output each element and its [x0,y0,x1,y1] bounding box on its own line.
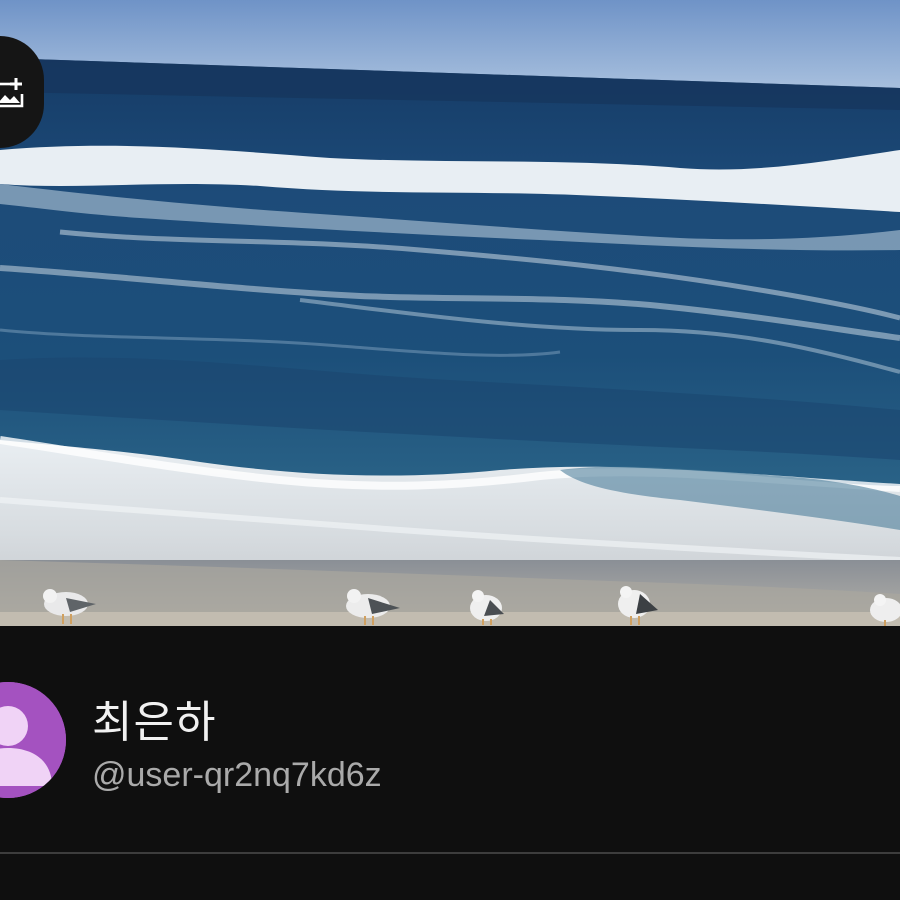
channel-header: 최은하 @user-qr2nq7kd6z [0,626,900,852]
channel-page: 최은하 @user-qr2nq7kd6z [0,0,900,900]
ocean-banner-image [0,0,900,626]
default-person-avatar-icon [0,682,66,798]
channel-avatar[interactable] [0,682,66,798]
bottom-strip [0,854,900,900]
channel-name: 최은하 [92,697,217,748]
add-image-icon [0,78,24,108]
channel-handle: @user-qr2nq7kd6z [92,756,382,794]
channel-banner[interactable] [0,0,900,626]
